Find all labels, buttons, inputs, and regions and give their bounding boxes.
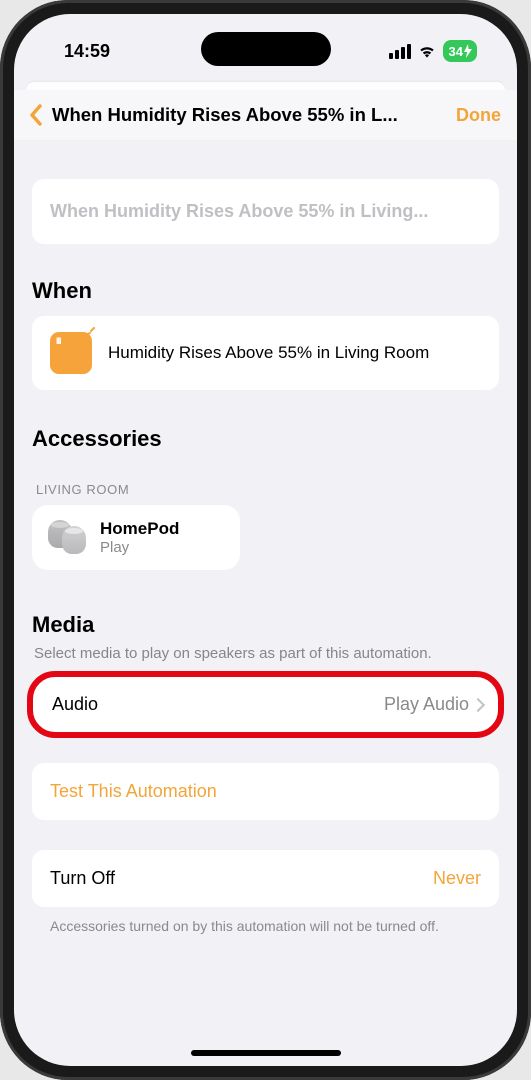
media-heading: Media <box>32 612 499 638</box>
status-time: 14:59 <box>64 41 110 62</box>
done-button[interactable]: Done <box>456 105 501 126</box>
battery-percent: 34 <box>449 44 463 59</box>
phone-screen: 14:59 34 When Humid <box>14 14 517 1066</box>
chevron-right-icon <box>471 698 485 712</box>
turn-off-row[interactable]: Turn Off Never <box>32 850 499 907</box>
automation-name-input[interactable]: When Humidity Rises Above 55% in Living.… <box>32 179 499 244</box>
room-group-header: LIVING ROOM <box>36 482 499 497</box>
battery-indicator: 34 <box>443 40 477 62</box>
turn-off-footnote: Accessories turned on by this automation… <box>50 917 493 937</box>
media-description: Select media to play on speakers as part… <box>34 644 499 664</box>
condition-text: Humidity Rises Above 55% in Living Room <box>108 342 429 364</box>
phone-frame: 14:59 34 When Humid <box>0 0 531 1080</box>
dynamic-island <box>201 32 331 66</box>
wifi-icon <box>417 41 437 61</box>
audio-row[interactable]: Audio Play Audio <box>32 676 499 733</box>
turn-off-value: Never <box>433 868 481 889</box>
audio-value: Play Audio <box>384 694 469 715</box>
accessory-name: HomePod <box>100 519 179 539</box>
content-scroll[interactable]: When Humidity Rises Above 55% in Living.… <box>14 141 517 1053</box>
turn-off-label: Turn Off <box>50 868 115 889</box>
accessory-homepod[interactable]: HomePod Play <box>32 505 240 570</box>
when-condition-row[interactable]: Humidity Rises Above 55% in Living Room <box>32 316 499 390</box>
back-icon[interactable] <box>26 102 46 128</box>
home-indicator[interactable] <box>191 1050 341 1056</box>
homepod-icon <box>48 520 88 556</box>
bolt-icon <box>463 44 473 58</box>
accessories-heading: Accessories <box>32 426 499 452</box>
test-automation-button[interactable]: Test This Automation <box>32 763 499 820</box>
audio-label: Audio <box>52 694 98 715</box>
page-title: When Humidity Rises Above 55% in L... <box>52 104 450 126</box>
when-heading: When <box>32 278 499 304</box>
sheet-card-behind <box>26 82 505 90</box>
cellular-icon <box>389 44 411 59</box>
humidity-sensor-icon <box>50 332 92 374</box>
accessory-state: Play <box>100 539 179 556</box>
status-right: 34 <box>389 40 477 62</box>
navigation-bar: When Humidity Rises Above 55% in L... Do… <box>14 90 517 141</box>
